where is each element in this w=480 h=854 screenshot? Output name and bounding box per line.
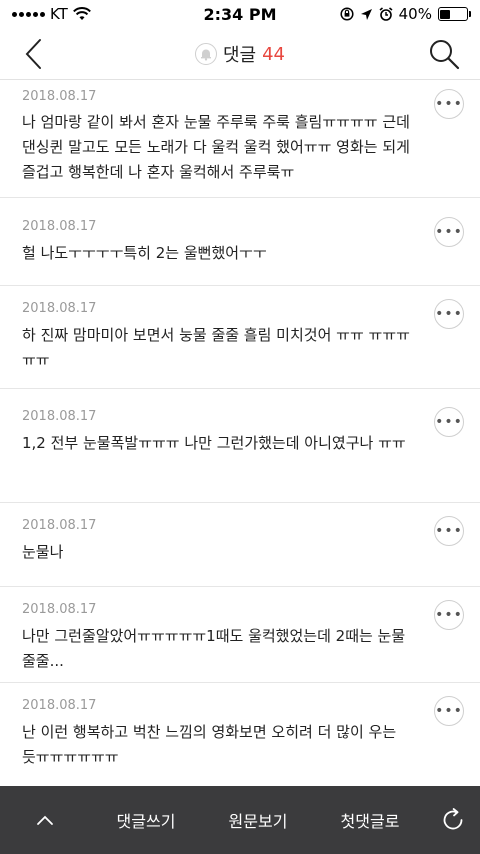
comment-text: 1,2 전부 눈물폭발ㅠㅠㅠ 나만 그런가했는데 아니였구나 ㅠㅠ	[22, 434, 406, 452]
chevron-up-icon	[37, 815, 53, 825]
rotation-lock-icon	[340, 7, 354, 21]
comment-date: 2018.08.17	[22, 219, 97, 234]
comment-text: 눈물나	[22, 543, 64, 561]
comment-text: 헐 나도ㅜㅜㅜㅜ특히 2는 울뻔했어ㅜㅜ	[22, 244, 267, 262]
search-button[interactable]	[428, 38, 460, 70]
comment-item: 2018.08.17 나 엄마랑 같이 봐서 혼자 눈물 주루룩 주룩 흘림ㅠㅠ…	[0, 81, 480, 198]
battery-icon	[437, 7, 471, 21]
comment-item: 2018.08.17 하 진짜 맘마미아 보면서 눙물 줄줄 흘림 미치것어 ㅠ…	[0, 286, 480, 389]
comment-date: 2018.08.17	[22, 698, 97, 713]
signal-icon	[12, 11, 45, 17]
more-options-button[interactable]: •••	[434, 696, 464, 726]
comment-text: 난 이런 행복하고 벅찬 느낌의 영화보면 오히려 더 많이 우는 듯ㅠㅠㅠㅠㅠ…	[22, 723, 397, 766]
battery-fill	[440, 9, 451, 19]
alarm-icon	[379, 7, 393, 21]
status-bar: KT 2:34 PM 40%	[0, 0, 480, 28]
bell-icon	[194, 43, 217, 65]
status-right: 40%	[308, 5, 471, 23]
comment-count: 44	[262, 43, 286, 65]
more-dots-icon: •••	[435, 703, 463, 719]
more-options-button[interactable]: •••	[434, 407, 464, 437]
more-dots-icon: •••	[435, 224, 463, 240]
more-options-button[interactable]: •••	[434, 217, 464, 247]
clock: 2:34 PM	[203, 4, 277, 24]
more-dots-icon: •••	[435, 414, 463, 430]
header-title-group: 댓글 44	[0, 28, 480, 80]
comment-date: 2018.08.17	[22, 518, 97, 533]
more-options-button[interactable]: •••	[434, 89, 464, 119]
comment-item: 2018.08.17 눈물나 •••	[0, 503, 480, 587]
carrier-label: KT	[50, 5, 68, 23]
first-comment-button[interactable]: 첫댓글로	[314, 786, 426, 854]
comment-date: 2018.08.17	[22, 301, 97, 316]
refresh-button[interactable]	[426, 786, 480, 854]
location-icon	[360, 8, 372, 20]
header: 댓글 44	[0, 28, 480, 80]
view-original-button[interactable]: 원문보기	[202, 786, 314, 854]
more-options-button[interactable]: •••	[434, 600, 464, 630]
comment-date: 2018.08.17	[22, 89, 97, 104]
comment-item: 2018.08.17 나만 그런줄알았어ㅠㅠㅠㅠㅠ1때도 울컥했었는데 2때는 …	[0, 587, 480, 683]
comment-date: 2018.08.17	[22, 409, 97, 424]
search-icon	[430, 40, 460, 70]
comment-text: 하 진짜 맘마미아 보면서 눙물 줄줄 흘림 미치것어 ㅠㅠ ㅠㅠㅠㅠㅠ	[22, 326, 410, 369]
more-dots-icon: •••	[435, 523, 463, 539]
comment-text: 나만 그런줄알았어ㅠㅠㅠㅠㅠ1때도 울컥했었는데 2때는 눈물줄줄...	[22, 627, 406, 670]
comment-item: 2018.08.17 난 이런 행복하고 벅찬 느낌의 영화보면 오히려 더 많…	[0, 683, 480, 786]
refresh-icon	[443, 808, 463, 830]
chevron-left-icon	[25, 39, 41, 69]
back-button[interactable]	[18, 36, 50, 72]
more-dots-icon: •••	[435, 306, 463, 322]
more-options-button[interactable]: •••	[434, 299, 464, 329]
page-title: 댓글	[222, 45, 257, 66]
more-dots-icon: •••	[435, 96, 463, 112]
write-comment-button[interactable]: 댓글쓰기	[90, 786, 202, 854]
comment-item: 2018.08.17 헐 나도ㅜㅜㅜㅜ특히 2는 울뻔했어ㅜㅜ •••	[0, 198, 480, 286]
comment-date: 2018.08.17	[22, 602, 97, 617]
status-left: KT	[12, 5, 172, 23]
battery-label: 40%	[398, 5, 432, 23]
more-dots-icon: •••	[435, 607, 463, 623]
comment-item: 2018.08.17 1,2 전부 눈물폭발ㅠㅠㅠ 나만 그런가했는데 아니였구…	[0, 389, 480, 503]
wifi-icon	[72, 7, 91, 20]
comment-list[interactable]: 2018.08.17 나 엄마랑 같이 봐서 혼자 눈물 주루룩 주룩 흘림ㅠㅠ…	[0, 81, 480, 786]
comment-text: 나 엄마랑 같이 봐서 혼자 눈물 주루룩 주룩 흘림ㅠㅠㅠㅠ 근데 댄싱퀸 말…	[22, 113, 410, 181]
more-options-button[interactable]: •••	[434, 516, 464, 546]
scroll-top-button[interactable]	[0, 786, 90, 854]
bottom-toolbar: 댓글쓰기 원문보기 첫댓글로	[0, 786, 480, 854]
